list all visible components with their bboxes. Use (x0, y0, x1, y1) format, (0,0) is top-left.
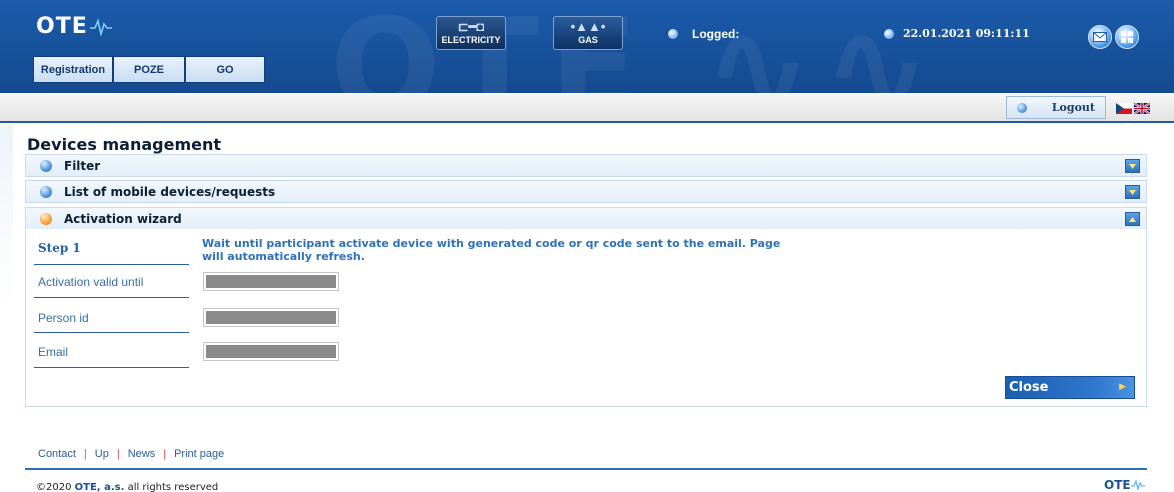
panel-devices-header[interactable]: List of mobile devices/requests (25, 180, 1147, 203)
tab-registration[interactable]: Registration (33, 56, 113, 83)
mail-icon (1093, 32, 1107, 42)
logout-button[interactable]: Logout (1006, 96, 1106, 119)
activation-valid-field[interactable] (203, 272, 339, 291)
footer-link-up[interactable]: Up (95, 448, 109, 460)
redacted-value (206, 311, 336, 324)
copyright-company[interactable]: OTE, a.s. (75, 482, 125, 492)
home-icon (1121, 31, 1133, 43)
link-separator: | (163, 448, 167, 460)
module-tabs: Registration POZE GO (33, 56, 265, 83)
panel-title: Activation wizard (64, 211, 182, 226)
plug-icon: ⊏━◘ (457, 19, 485, 34)
top-header: OTE ∿∿ OTE Registration POZE GO ⊏━◘ ELEC… (0, 0, 1174, 93)
redacted-value (206, 345, 336, 358)
divider (34, 367, 189, 368)
copyright-prefix: ©2020 (36, 482, 72, 492)
email-label: Email (38, 345, 69, 359)
copyright-suffix: all rights reserved (127, 482, 219, 492)
activation-valid-label: Activation valid until (38, 275, 144, 289)
gas-label: GAS (578, 35, 598, 45)
divider (34, 332, 189, 333)
cz-flag-icon[interactable] (1116, 103, 1132, 114)
active-bullet-icon (40, 212, 52, 225)
mail-button[interactable] (1088, 25, 1112, 49)
footer-link-news[interactable]: News (128, 448, 156, 460)
footer-divider (25, 468, 1147, 470)
logo-text: OTE (36, 14, 88, 39)
tab-poze[interactable]: POZE (113, 56, 185, 83)
logged-status: Logged: (668, 27, 739, 41)
tab-go[interactable]: GO (185, 56, 265, 83)
person-id-label: Person id (38, 311, 89, 325)
bullet-icon (668, 29, 678, 39)
panel-title: List of mobile devices/requests (64, 184, 276, 199)
collapse-icon[interactable] (1125, 212, 1140, 226)
datetime-display: 22.01.2021 09:11:11 (884, 27, 1030, 40)
pulse-wave-icon (89, 17, 112, 36)
panel-wizard-header[interactable]: Activation wizard (25, 207, 1147, 230)
panel-title: Filter (64, 158, 101, 173)
email-field[interactable] (203, 342, 339, 361)
bullet-icon (884, 28, 894, 39)
page-title: Devices management (27, 135, 221, 154)
step-message: Wait until participant activate device w… (202, 237, 781, 263)
logout-label: Logout (1051, 101, 1095, 114)
footer-links: Contact | Up | News | Print page (38, 448, 224, 460)
link-separator: | (83, 448, 87, 460)
left-decoration (0, 125, 13, 305)
home-button[interactable] (1115, 25, 1139, 49)
logged-label: Logged: (692, 27, 740, 41)
bullet-icon (1017, 103, 1027, 113)
person-id-field[interactable] (203, 308, 339, 327)
arrow-right-icon: ▶ (1119, 382, 1126, 392)
bullet-icon (40, 159, 52, 172)
link-separator: | (116, 448, 120, 460)
electricity-button[interactable]: ⊏━◘ ELECTRICITY (436, 16, 506, 50)
redacted-value (206, 275, 336, 288)
footer-logo-text: OTE (1104, 478, 1131, 492)
copyright: ©2020 OTE, a.s. all rights reserved (36, 482, 218, 492)
footer-logo: OTE (1104, 478, 1145, 492)
divider (34, 297, 189, 298)
footer-link-contact[interactable]: Contact (38, 448, 76, 460)
gas-flame-icon: •▲▲• (570, 19, 606, 34)
step-label: Step 1 (38, 241, 81, 255)
pulse-wave-icon (1130, 480, 1145, 490)
toolbar: Logout (0, 93, 1174, 123)
gb-flag-icon[interactable] (1134, 103, 1150, 114)
header-watermark: OTE ∿∿ (330, 0, 942, 93)
divider (34, 264, 189, 265)
close-button[interactable]: Close ▶ (1005, 376, 1135, 399)
ote-logo[interactable]: OTE (36, 14, 112, 39)
electricity-label: ELECTRICITY (441, 35, 501, 45)
gas-button[interactable]: •▲▲• GAS (553, 16, 623, 50)
panel-filter-header[interactable]: Filter (25, 154, 1147, 177)
close-label: Close (1009, 380, 1049, 395)
footer-link-print[interactable]: Print page (174, 448, 224, 460)
expand-icon[interactable] (1125, 185, 1140, 199)
expand-icon[interactable] (1125, 159, 1140, 173)
datetime-value: 22.01.2021 09:11:11 (903, 27, 1030, 40)
bullet-icon (40, 185, 52, 198)
